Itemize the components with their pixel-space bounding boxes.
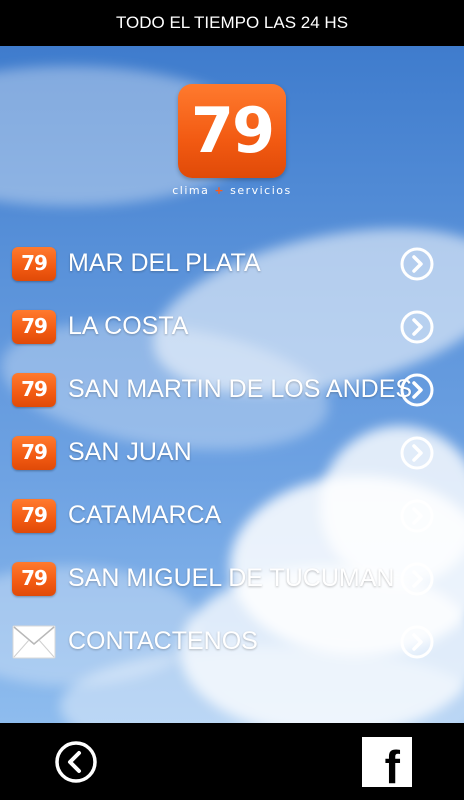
logo-badge: 79 xyxy=(12,498,56,533)
facebook-button[interactable]: f xyxy=(362,737,412,793)
tagline-plus: + xyxy=(214,184,226,197)
chevron-right-circle-icon[interactable] xyxy=(400,436,434,470)
menu-item-label: LA COSTA xyxy=(68,312,189,340)
logo-badge: 79 xyxy=(12,372,56,407)
menu-item-contactenos[interactable]: CONTACTENOS xyxy=(0,610,464,673)
menu-item-la-costa[interactable]: 79 LA COSTA xyxy=(0,295,464,358)
envelope-icon xyxy=(12,625,56,659)
chevron-right-circle-icon[interactable] xyxy=(400,310,434,344)
back-button[interactable] xyxy=(54,740,98,784)
chevron-right-circle-icon[interactable] xyxy=(400,373,434,407)
chevron-right-circle-icon[interactable] xyxy=(400,499,434,533)
top-bar: TODO EL TIEMPO LAS 24 HS xyxy=(0,0,464,46)
logo-tagline: clima + servicios xyxy=(0,184,464,197)
app-logo: 79 clima + servicios xyxy=(0,84,464,197)
menu-item-label: CATAMARCA xyxy=(68,501,222,529)
chevron-right-circle-icon[interactable] xyxy=(400,562,434,596)
logo-badge: 79 xyxy=(12,246,56,281)
menu-item-catamarca[interactable]: 79 CATAMARCA xyxy=(0,484,464,547)
facebook-icon: f xyxy=(384,741,400,793)
tagline-clima: clima xyxy=(172,184,210,197)
menu-item-label: CONTACTENOS xyxy=(68,627,258,655)
city-menu: 79 MAR DEL PLATA 79 LA COSTA 79 SAN MART… xyxy=(0,232,464,673)
menu-item-san-miguel-de-tucuman[interactable]: 79 SAN MIGUEL DE TUCUMAN xyxy=(0,547,464,610)
menu-item-label: SAN JUAN xyxy=(68,438,192,466)
logo-badge: 79 xyxy=(12,435,56,470)
logo-badge: 79 xyxy=(12,309,56,344)
chevron-right-circle-icon[interactable] xyxy=(400,625,434,659)
menu-item-san-juan[interactable]: 79 SAN JUAN xyxy=(0,421,464,484)
chevron-right-circle-icon[interactable] xyxy=(400,247,434,281)
bottom-bar: f xyxy=(0,723,464,800)
menu-item-label: SAN MIGUEL DE TUCUMAN xyxy=(68,564,395,592)
menu-item-mar-del-plata[interactable]: 79 MAR DEL PLATA xyxy=(0,232,464,295)
menu-item-label: MAR DEL PLATA xyxy=(68,249,261,277)
tagline-servicios: servicios xyxy=(230,184,292,197)
logo-badge: 79 xyxy=(12,561,56,596)
menu-item-san-martin-de-los-andes[interactable]: 79 SAN MARTIN DE LOS ANDES xyxy=(0,358,464,421)
sky-background: 79 clima + servicios 79 MAR DEL PLATA 79… xyxy=(0,46,464,723)
header-title: TODO EL TIEMPO LAS 24 HS xyxy=(115,13,349,32)
menu-item-label: SAN MARTIN DE LOS ANDES xyxy=(68,375,413,403)
logo-79: 79 xyxy=(178,84,286,178)
